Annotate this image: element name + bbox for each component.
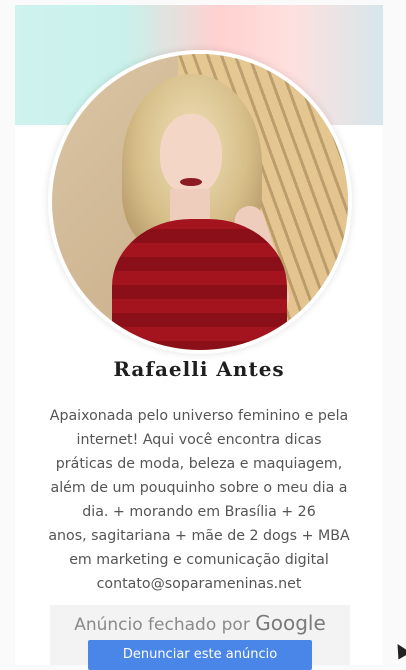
bio-line: em marketing e comunicação digital [69, 552, 329, 568]
bio-line: práticas de moda, beleza e maquiagem, [55, 456, 343, 472]
avatar-dress [112, 219, 287, 350]
report-ad-button[interactable]: Denunciar este anúncio [88, 640, 312, 670]
google-logo: Google [255, 611, 326, 635]
bio-line: dia. + morando em Brasília + 26 [82, 504, 316, 520]
ad-closed-label: Anúncio fechado por Google [50, 611, 350, 635]
mouse-cursor-icon [391, 640, 406, 660]
profile-bio: Apaixonada pelo universo feminino e pela… [41, 404, 357, 596]
avatar [52, 54, 348, 350]
contact-email[interactable]: contato@soparameninas.net [41, 572, 357, 596]
bio-line: além de um pouquinho sobre o meu dia a [50, 480, 348, 496]
ad-closed-text: Anúncio fechado por [74, 615, 250, 635]
profile-card: Rafaelli Antes Apaixonada pelo universo … [15, 5, 383, 670]
avatar-frame [48, 50, 352, 354]
bio-line: Apaixonada pelo universo feminino e pela [49, 408, 349, 424]
bio-line: internet! Aqui você encontra dicas [76, 432, 322, 448]
avatar-lips [180, 178, 202, 186]
profile-name: Rafaelli Antes [113, 357, 285, 381]
ad-closed-panel: Anúncio fechado por Google Denunciar est… [50, 605, 350, 670]
bio-line: anos, sagitariana + mãe de 2 dogs + MBA [48, 528, 350, 544]
